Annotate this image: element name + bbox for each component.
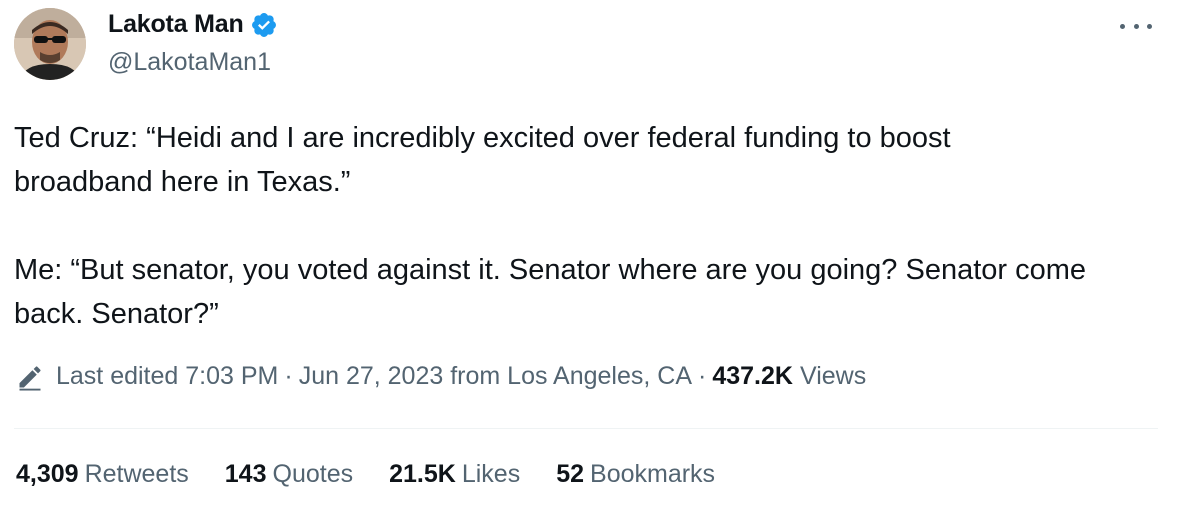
tweet-date-location[interactable]: Jun 27, 2023 from Los Angeles, CA [299, 362, 692, 391]
more-options-icon[interactable] [1120, 14, 1152, 38]
likes-stat[interactable]: 21.5K Likes [389, 460, 520, 489]
dot [1147, 23, 1152, 29]
quotes-stat[interactable]: 143 Quotes [225, 460, 353, 489]
views-count: 437.2K [712, 362, 793, 390]
quotes-label: Quotes [272, 460, 354, 488]
views-label: Views [799, 362, 867, 390]
separator: · [284, 362, 293, 390]
author-handle[interactable]: @LakotaMan1 [108, 48, 271, 77]
bookmarks-count: 52 [556, 460, 585, 488]
likes-count: 21.5K [389, 460, 456, 488]
likes-label: Likes [461, 460, 521, 488]
edit-pencil-icon [19, 365, 41, 391]
verified-badge-icon [251, 12, 276, 37]
dot [1120, 23, 1125, 29]
edited-label[interactable]: Last edited 7:03 PM [56, 362, 278, 391]
tweet-text: Ted Cruz: “Heidi and I are incredibly ex… [14, 122, 1087, 330]
tweet-meta: Last edited 7:03 PM · Jun 27, 2023 from … [16, 362, 866, 391]
retweets-count: 4,309 [16, 460, 79, 488]
bookmarks-stat[interactable]: 52 Bookmarks [556, 460, 715, 489]
avatar-image [14, 8, 86, 80]
tweet-stats: 4,309 Retweets 143 Quotes 21.5K Likes 52 Boo… [16, 460, 751, 489]
retweets-stat[interactable]: 4,309 Retweets [16, 460, 189, 489]
separator: · [698, 362, 707, 390]
divider [14, 428, 1158, 429]
author-name-row[interactable]: Lakota Man [108, 10, 278, 39]
retweets-label: Retweets [84, 460, 189, 488]
display-name[interactable]: Lakota Man [108, 10, 244, 39]
avatar[interactable] [14, 8, 86, 80]
bookmarks-label: Bookmarks [590, 460, 716, 488]
dot [1133, 23, 1139, 29]
quotes-count: 143 [224, 460, 267, 488]
